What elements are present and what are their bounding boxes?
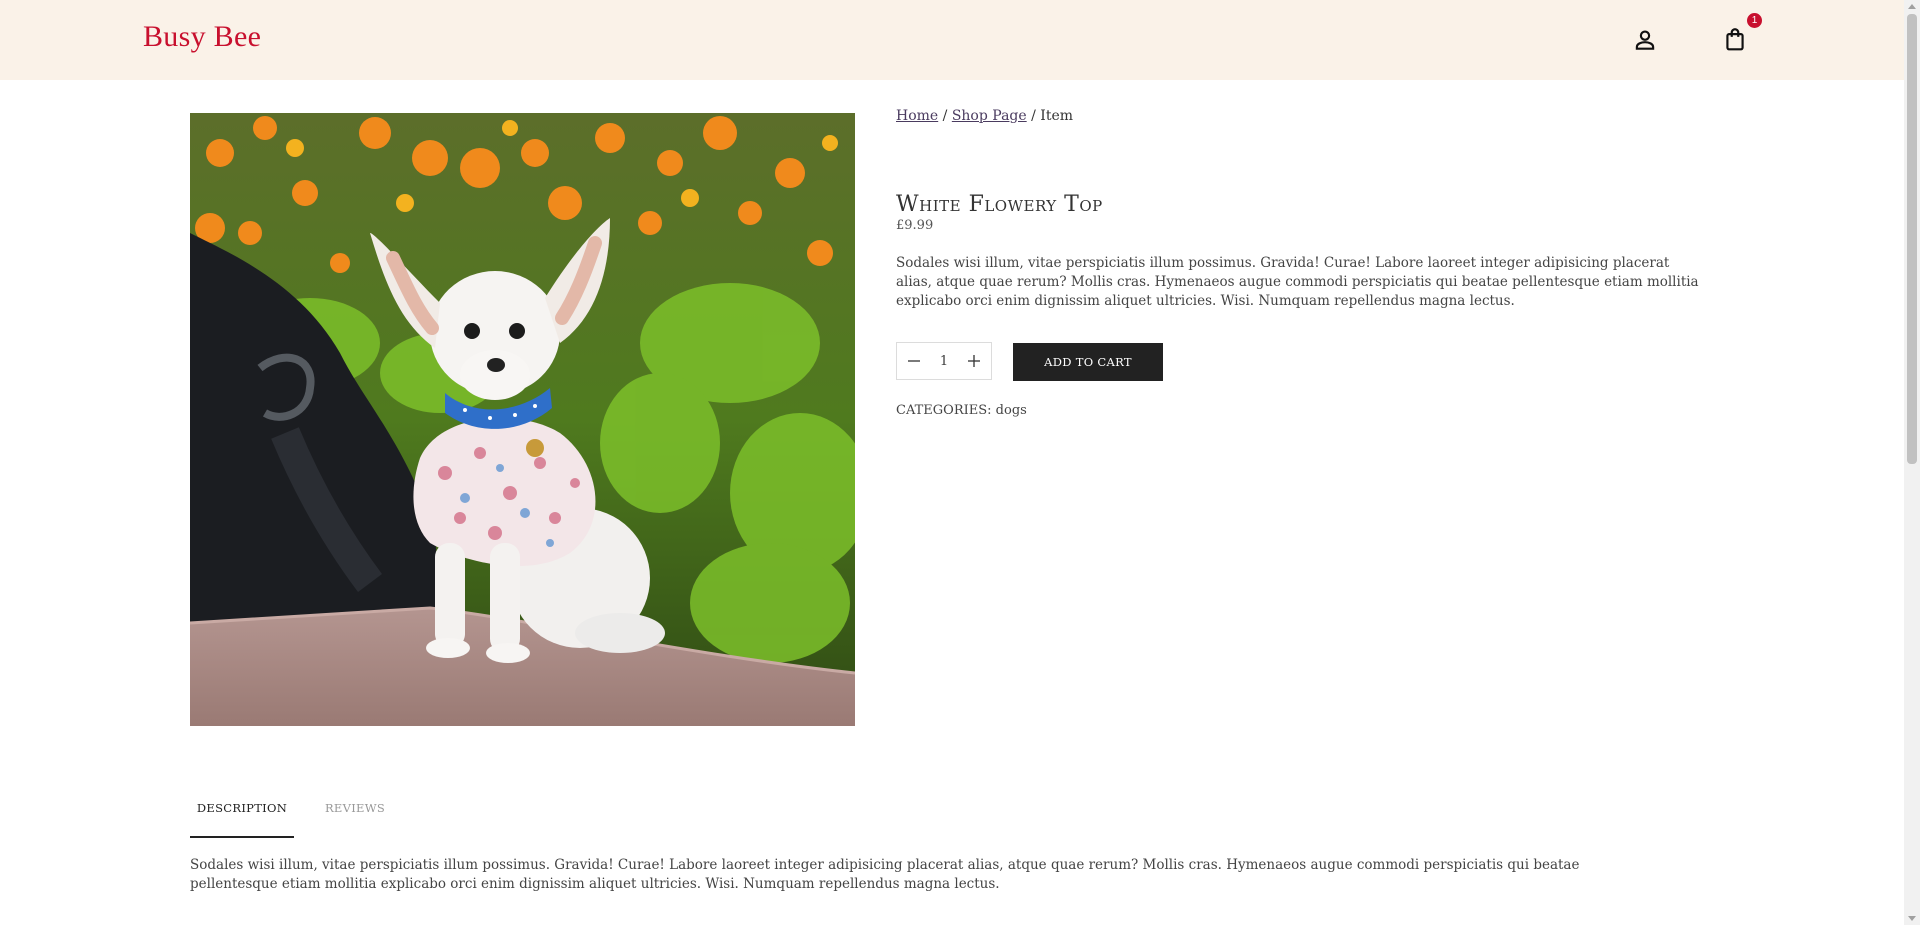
dog-photo-illustration (190, 113, 855, 726)
product-title: White Flowery Top (896, 192, 1103, 217)
product-short-description: Sodales wisi illum, vitae perspiciatis i… (896, 255, 1699, 309)
breadcrumb-separator: / (938, 108, 952, 124)
category-link[interactable]: dogs (996, 403, 1027, 418)
scroll-up-icon[interactable] (1908, 4, 1916, 9)
cart-count-badge: 1 (1747, 13, 1762, 28)
shopping-bag-icon[interactable] (1722, 26, 1748, 52)
minus-icon[interactable] (907, 354, 921, 368)
product-image (190, 113, 855, 726)
site-logo[interactable]: Busy Bee (143, 20, 261, 54)
categories-label: CATEGORIES: (896, 403, 992, 418)
breadcrumb-home-link[interactable]: Home (896, 108, 938, 124)
site-header: Busy Bee 1 (0, 0, 1904, 80)
tab-reviews[interactable]: REVIEWS (315, 796, 395, 836)
scrollbar-thumb[interactable] (1907, 14, 1917, 464)
scroll-down-icon[interactable] (1908, 916, 1916, 921)
breadcrumb-current: Item (1040, 108, 1074, 124)
breadcrumb: Home / Shop Page / Item (896, 108, 1073, 124)
product-description: Sodales wisi illum, vitae perspiciatis i… (190, 857, 1580, 892)
breadcrumb-shop-link[interactable]: Shop Page (952, 108, 1027, 124)
page-scrollbar[interactable] (1904, 0, 1920, 925)
plus-icon[interactable] (967, 354, 981, 368)
quantity-value[interactable]: 1 (940, 354, 948, 369)
add-to-cart-button[interactable]: ADD TO CART (1013, 343, 1163, 381)
breadcrumb-separator: / (1026, 108, 1041, 124)
product-price: £9.99 (896, 218, 934, 233)
person-icon[interactable] (1632, 27, 1658, 53)
product-categories: CATEGORIES: dogs (896, 403, 1027, 418)
tab-description[interactable]: DESCRIPTION (190, 796, 294, 838)
quantity-stepper: 1 (896, 342, 992, 380)
